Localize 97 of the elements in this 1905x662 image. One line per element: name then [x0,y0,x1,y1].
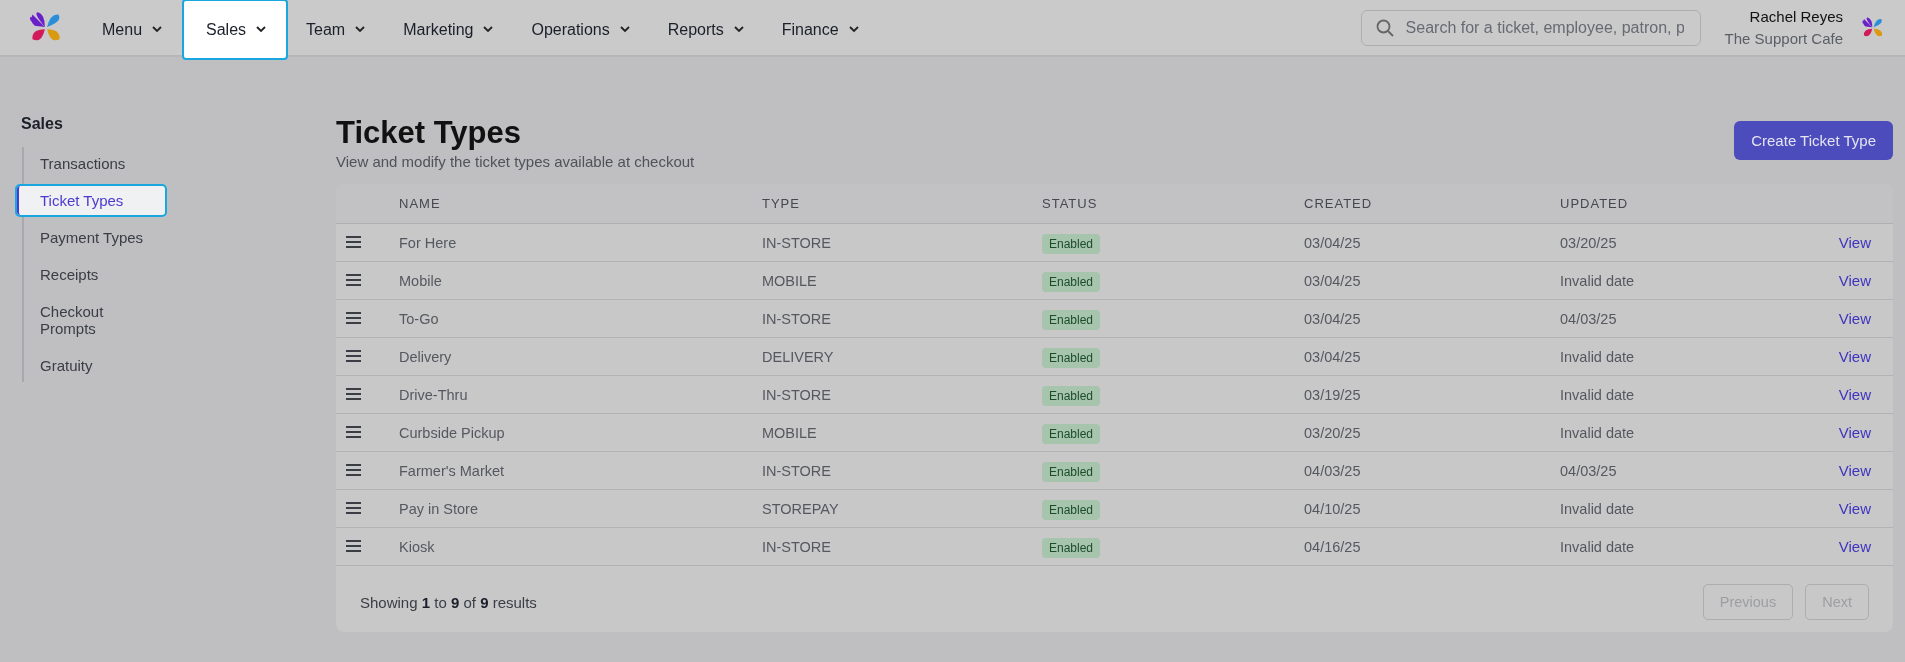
column-header: STATUS [1042,196,1098,211]
status-badge: Enabled [1042,347,1101,368]
table-cell: Invalid date [1560,538,1635,555]
table-cell: Kiosk [399,538,435,555]
table-cell: STOREPAY [762,500,839,517]
drag-handle-icon[interactable] [346,235,361,248]
nav-menu-item[interactable]: Finance [763,0,879,60]
nav-menu-item[interactable]: Operations [513,0,650,60]
sidebar-item[interactable]: Ticket Types [15,184,167,217]
chevron-down-icon [355,26,366,33]
column-header: CREATED [1304,196,1373,211]
status-badge: Enabled [1042,499,1101,520]
table-cell: For Here [399,234,457,251]
table-cell: DELIVERY [762,348,834,365]
view-link[interactable]: View [1838,424,1871,441]
sidebar-item[interactable]: Receipts [15,258,167,291]
table-cell: 03/04/25 [1304,234,1361,251]
table-cell: IN-STORE [762,310,832,327]
table-cell: 04/16/25 [1304,538,1361,555]
table-cell: Drive-Thru [399,386,468,403]
table-cell: IN-STORE [762,234,832,251]
results-summary: Showing 1 to 9 of 9 results [360,593,537,611]
chevron-down-icon [848,26,859,33]
chevron-down-icon [152,26,163,33]
sidebar-title: Sales [21,115,64,133]
status-badge: Enabled [1042,537,1101,558]
chevron-down-icon [483,26,494,33]
status-badge: Enabled [1042,309,1101,330]
table-cell: IN-STORE [762,386,832,403]
table-cell: 03/04/25 [1304,272,1361,289]
table-cell: MOBILE [762,272,817,289]
view-link[interactable]: View [1838,386,1871,403]
view-link[interactable]: View [1838,234,1871,251]
table-cell: Invalid date [1560,424,1635,441]
status-badge: Enabled [1042,461,1101,482]
drag-handle-icon[interactable] [346,273,361,286]
status-badge: Enabled [1042,423,1101,444]
nav-menu-item[interactable]: Menu [84,0,183,60]
page-title: Ticket Types [336,115,522,151]
sidebar-item[interactable]: Transactions [15,147,167,180]
drag-handle-icon[interactable] [346,311,361,324]
table-cell: 04/03/25 [1304,462,1361,479]
table-cell: 03/20/25 [1560,234,1617,251]
sidebar-item[interactable]: Checkout Prompts [15,295,167,345]
view-link[interactable]: View [1838,310,1871,327]
table-cell: 04/03/25 [1560,462,1617,479]
table-cell: Invalid date [1560,386,1635,403]
nav-menu-item[interactable]: Team [288,0,386,60]
drag-handle-icon[interactable] [346,463,361,476]
sidebar-item[interactable]: Payment Types [15,221,167,254]
chevron-down-icon [733,26,744,33]
table-cell: IN-STORE [762,538,832,555]
drag-handle-icon[interactable] [346,349,361,362]
view-link[interactable]: View [1838,500,1871,517]
drag-handle-icon[interactable] [346,425,361,438]
column-header: NAME [399,196,441,211]
table-cell: 04/10/25 [1304,500,1361,517]
table-cell: 03/20/25 [1304,424,1361,441]
status-badge: Enabled [1042,385,1101,406]
table-cell: 03/19/25 [1304,386,1361,403]
user-name: Rachel Reyes [1749,8,1843,25]
column-header: UPDATED [1560,196,1629,211]
table-cell: Invalid date [1560,272,1635,289]
view-link[interactable]: View [1838,348,1871,365]
table-cell: Delivery [399,348,452,365]
table-cell: MOBILE [762,424,817,441]
table-cell: Farmer's Market [399,462,505,479]
sidebar-item[interactable]: Gratuity [15,349,167,382]
chevron-down-icon [256,26,267,33]
drag-handle-icon[interactable] [346,539,361,552]
table-cell: Curbside Pickup [399,424,505,441]
table-cell: 03/04/25 [1304,310,1361,327]
status-badge: Enabled [1042,271,1101,292]
view-link[interactable]: View [1838,272,1871,289]
table-cell: Invalid date [1560,348,1635,365]
table-cell: To-Go [399,310,439,327]
drag-handle-icon[interactable] [346,387,361,400]
search-field[interactable]: Search for a ticket, employee, patron, p [1360,9,1701,46]
nav-menu-item[interactable]: Marketing [385,0,514,60]
nav-menu-item[interactable]: Reports [649,0,764,60]
chevron-down-icon [619,26,630,33]
table-cell: IN-STORE [762,462,832,479]
page-subtitle: View and modify the ticket types available at checkout [336,153,695,170]
table-cell: 03/04/25 [1304,348,1361,365]
view-link[interactable]: View [1838,538,1871,555]
drag-handle-icon[interactable] [346,501,361,514]
column-header: TYPE [762,196,800,211]
table-cell: Pay in Store [399,500,478,517]
nav-menu-item[interactable]: Sales [182,0,289,60]
organization-name: The Support Cafe [1724,30,1843,47]
table-cell: Invalid date [1560,500,1635,517]
table-cell: 04/03/25 [1560,310,1617,327]
table-cell: Mobile [399,272,442,289]
status-badge: Enabled [1042,233,1101,254]
create-ticket-type-button[interactable]: Create Ticket Type [1734,121,1893,160]
search-icon [1375,18,1394,37]
view-link[interactable]: View [1838,462,1871,479]
